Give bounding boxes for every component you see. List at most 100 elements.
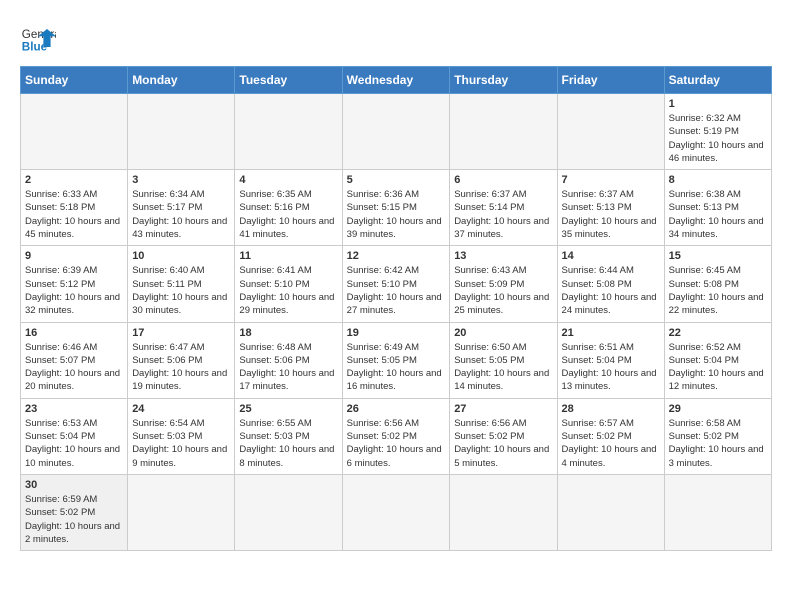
day-number: 28: [562, 403, 660, 415]
day-number: 16: [25, 327, 123, 339]
calendar-cell: 3 Sunrise: 6:34 AM Sunset: 5:17 PM Daylig…: [128, 170, 235, 246]
day-info: Sunrise: 6:34 AM Sunset: 5:17 PM Dayligh…: [132, 188, 230, 241]
day-info: Sunrise: 6:38 AM Sunset: 5:13 PM Dayligh…: [669, 188, 767, 241]
day-info: Sunrise: 6:35 AM Sunset: 5:16 PM Dayligh…: [239, 188, 337, 241]
day-info: Sunrise: 6:32 AM Sunset: 5:19 PM Dayligh…: [669, 112, 767, 165]
page-header: General Blue: [20, 20, 772, 56]
day-info: Sunrise: 6:49 AM Sunset: 5:05 PM Dayligh…: [347, 341, 446, 394]
day-info: Sunrise: 6:58 AM Sunset: 5:02 PM Dayligh…: [669, 417, 767, 470]
day-info: Sunrise: 6:56 AM Sunset: 5:02 PM Dayligh…: [454, 417, 552, 470]
day-number: 1: [669, 98, 767, 110]
calendar-cell: [342, 94, 450, 170]
day-info: Sunrise: 6:36 AM Sunset: 5:15 PM Dayligh…: [347, 188, 446, 241]
day-number: 6: [454, 174, 552, 186]
day-number: 26: [347, 403, 446, 415]
calendar-cell: [664, 474, 771, 550]
day-info: Sunrise: 6:37 AM Sunset: 5:13 PM Dayligh…: [562, 188, 660, 241]
day-number: 25: [239, 403, 337, 415]
day-number: 27: [454, 403, 552, 415]
day-info: Sunrise: 6:55 AM Sunset: 5:03 PM Dayligh…: [239, 417, 337, 470]
day-number: 10: [132, 250, 230, 262]
day-info: Sunrise: 6:52 AM Sunset: 5:04 PM Dayligh…: [669, 341, 767, 394]
day-info: Sunrise: 6:56 AM Sunset: 5:02 PM Dayligh…: [347, 417, 446, 470]
calendar-cell: [557, 94, 664, 170]
calendar-cell: 17 Sunrise: 6:47 AM Sunset: 5:06 PM Dayli…: [128, 322, 235, 398]
day-info: Sunrise: 6:42 AM Sunset: 5:10 PM Dayligh…: [347, 264, 446, 317]
day-info: Sunrise: 6:47 AM Sunset: 5:06 PM Dayligh…: [132, 341, 230, 394]
calendar-cell: 14 Sunrise: 6:44 AM Sunset: 5:08 PM Dayli…: [557, 246, 664, 322]
calendar-cell: [450, 94, 557, 170]
calendar-cell: 7 Sunrise: 6:37 AM Sunset: 5:13 PM Daylig…: [557, 170, 664, 246]
day-number: 18: [239, 327, 337, 339]
calendar-cell: 23 Sunrise: 6:53 AM Sunset: 5:04 PM Dayli…: [21, 398, 128, 474]
day-number: 14: [562, 250, 660, 262]
day-number: 17: [132, 327, 230, 339]
calendar-week-row: 30 Sunrise: 6:59 AM Sunset: 5:02 PM Dayli…: [21, 474, 772, 550]
day-number: 4: [239, 174, 337, 186]
day-info: Sunrise: 6:50 AM Sunset: 5:05 PM Dayligh…: [454, 341, 552, 394]
calendar-cell: 2Sunrise: 6:33 AM Sunset: 5:18 PM Daylig…: [21, 170, 128, 246]
calendar-cell: [21, 94, 128, 170]
day-info: Sunrise: 6:53 AM Sunset: 5:04 PM Dayligh…: [25, 417, 123, 470]
calendar-table: SundayMondayTuesdayWednesdayThursdayFrid…: [20, 66, 772, 551]
calendar-cell: 12Sunrise: 6:42 AM Sunset: 5:10 PM Dayli…: [342, 246, 450, 322]
calendar-cell: 24Sunrise: 6:54 AM Sunset: 5:03 PM Dayli…: [128, 398, 235, 474]
calendar-body: 1 Sunrise: 6:32 AM Sunset: 5:19 PM Daylig…: [21, 94, 772, 551]
weekday-header: Friday: [557, 67, 664, 94]
calendar-cell: 27 Sunrise: 6:56 AM Sunset: 5:02 PM Dayli…: [450, 398, 557, 474]
calendar-cell: 5Sunrise: 6:36 AM Sunset: 5:15 PM Daylig…: [342, 170, 450, 246]
calendar-week-row: 1 Sunrise: 6:32 AM Sunset: 5:19 PM Daylig…: [21, 94, 772, 170]
day-number: 7: [562, 174, 660, 186]
calendar-cell: 25 Sunrise: 6:55 AM Sunset: 5:03 PM Dayli…: [235, 398, 342, 474]
day-number: 3: [132, 174, 230, 186]
calendar-cell: 16 Sunrise: 6:46 AM Sunset: 5:07 PM Dayli…: [21, 322, 128, 398]
calendar-week-row: 23 Sunrise: 6:53 AM Sunset: 5:04 PM Dayli…: [21, 398, 772, 474]
calendar-cell: 11 Sunrise: 6:41 AM Sunset: 5:10 PM Dayli…: [235, 246, 342, 322]
day-number: 2: [25, 174, 123, 186]
calendar-cell: [128, 94, 235, 170]
day-number: 8: [669, 174, 767, 186]
weekday-header: Thursday: [450, 67, 557, 94]
calendar-cell: [342, 474, 450, 550]
day-info: Sunrise: 6:40 AM Sunset: 5:11 PM Dayligh…: [132, 264, 230, 317]
day-info: Sunrise: 6:46 AM Sunset: 5:07 PM Dayligh…: [25, 341, 123, 394]
calendar-header: SundayMondayTuesdayWednesdayThursdayFrid…: [21, 67, 772, 94]
calendar-cell: [557, 474, 664, 550]
weekday-header: Tuesday: [235, 67, 342, 94]
day-number: 15: [669, 250, 767, 262]
day-number: 22: [669, 327, 767, 339]
day-info: Sunrise: 6:45 AM Sunset: 5:08 PM Dayligh…: [669, 264, 767, 317]
calendar-cell: 6 Sunrise: 6:37 AM Sunset: 5:14 PM Daylig…: [450, 170, 557, 246]
day-info: Sunrise: 6:59 AM Sunset: 5:02 PM Dayligh…: [25, 493, 123, 546]
calendar-cell: 22 Sunrise: 6:52 AM Sunset: 5:04 PM Dayli…: [664, 322, 771, 398]
calendar-cell: 1 Sunrise: 6:32 AM Sunset: 5:19 PM Daylig…: [664, 94, 771, 170]
calendar-cell: 30 Sunrise: 6:59 AM Sunset: 5:02 PM Dayli…: [21, 474, 128, 550]
calendar-cell: 9Sunrise: 6:39 AM Sunset: 5:12 PM Daylig…: [21, 246, 128, 322]
logo-icon: General Blue: [20, 20, 56, 56]
day-info: Sunrise: 6:44 AM Sunset: 5:08 PM Dayligh…: [562, 264, 660, 317]
calendar-cell: 19Sunrise: 6:49 AM Sunset: 5:05 PM Dayli…: [342, 322, 450, 398]
calendar-cell: [235, 94, 342, 170]
calendar-cell: 13Sunrise: 6:43 AM Sunset: 5:09 PM Dayli…: [450, 246, 557, 322]
day-number: 30: [25, 479, 123, 491]
day-number: 20: [454, 327, 552, 339]
day-number: 21: [562, 327, 660, 339]
day-number: 11: [239, 250, 337, 262]
calendar-cell: [235, 474, 342, 550]
day-number: 23: [25, 403, 123, 415]
day-info: Sunrise: 6:48 AM Sunset: 5:06 PM Dayligh…: [239, 341, 337, 394]
day-info: Sunrise: 6:57 AM Sunset: 5:02 PM Dayligh…: [562, 417, 660, 470]
calendar-cell: 8 Sunrise: 6:38 AM Sunset: 5:13 PM Daylig…: [664, 170, 771, 246]
calendar-cell: 15 Sunrise: 6:45 AM Sunset: 5:08 PM Dayli…: [664, 246, 771, 322]
day-number: 29: [669, 403, 767, 415]
weekday-header: Sunday: [21, 67, 128, 94]
weekday-header: Saturday: [664, 67, 771, 94]
day-info: Sunrise: 6:41 AM Sunset: 5:10 PM Dayligh…: [239, 264, 337, 317]
day-info: Sunrise: 6:43 AM Sunset: 5:09 PM Dayligh…: [454, 264, 552, 317]
day-info: Sunrise: 6:37 AM Sunset: 5:14 PM Dayligh…: [454, 188, 552, 241]
calendar-cell: 21Sunrise: 6:51 AM Sunset: 5:04 PM Dayli…: [557, 322, 664, 398]
weekday-row: SundayMondayTuesdayWednesdayThursdayFrid…: [21, 67, 772, 94]
logo: General Blue: [20, 20, 62, 56]
calendar-cell: 26 Sunrise: 6:56 AM Sunset: 5:02 PM Dayli…: [342, 398, 450, 474]
calendar-cell: 10 Sunrise: 6:40 AM Sunset: 5:11 PM Dayli…: [128, 246, 235, 322]
